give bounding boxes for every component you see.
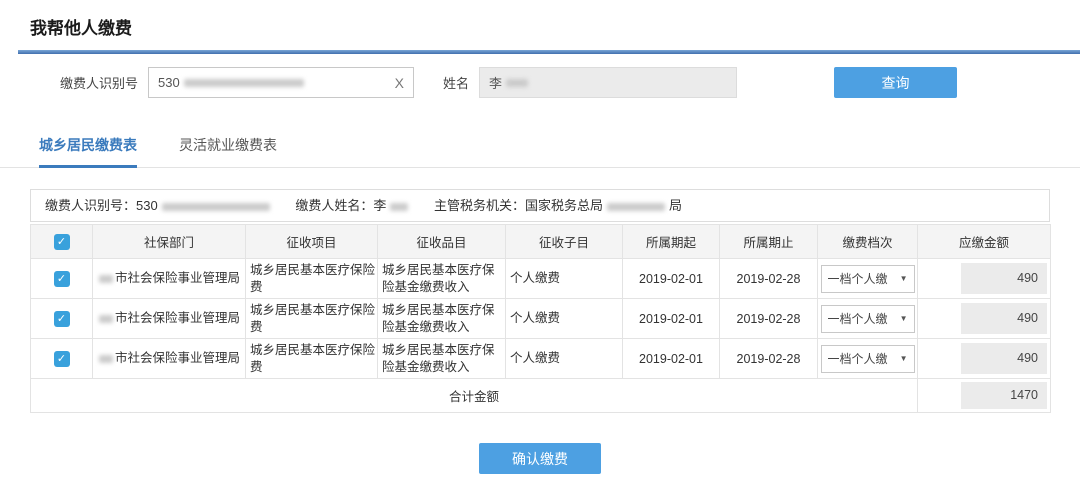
header-period-start: 所属期起 xyxy=(622,224,720,259)
name-value: 李 xyxy=(489,76,503,91)
taxpayer-id-value: 530 xyxy=(158,75,180,90)
row-checkbox[interactable]: ✓ xyxy=(53,270,70,287)
period-start-cell: 2019-02-01 xyxy=(622,258,720,299)
name-redacted xyxy=(506,78,529,87)
taxpayer-id-redacted xyxy=(183,78,304,87)
info-authority-redacted xyxy=(607,202,666,211)
tab-bar: 城乡居民缴费表 灵活就业缴费表 xyxy=(0,135,1080,168)
tab-urban-rural-resident[interactable]: 城乡居民缴费表 xyxy=(39,135,137,168)
table-body: ✓ 市社会保险事业管理局 城乡居民基本医疗保险费 城乡居民基本医疗保险基金缴费收… xyxy=(30,258,1051,379)
levy-item-cell: 城乡居民基本医疗保险费 xyxy=(245,298,378,339)
search-form: 缴费人识别号 530 X 姓名 李 查询 xyxy=(60,67,1080,98)
department-cell: 市社会保险事业管理局 xyxy=(115,271,241,286)
table-row: ✓ 市社会保险事业管理局 城乡居民基本医疗保险费 城乡居民基本医疗保险基金缴费收… xyxy=(30,298,1051,339)
tier-select[interactable]: 一档个人缴 ▼ xyxy=(820,344,915,373)
tab-flexible-employment[interactable]: 灵活就业缴费表 xyxy=(179,135,277,167)
info-authority-suffix: 局 xyxy=(669,198,683,213)
department-redacted xyxy=(99,354,113,363)
tier-select[interactable]: 一档个人缴 ▼ xyxy=(820,304,915,333)
levy-item-cell: 城乡居民基本医疗保险费 xyxy=(245,258,378,299)
department-cell: 市社会保险事业管理局 xyxy=(115,311,241,326)
info-name-redacted xyxy=(390,202,409,211)
page-title: 我帮他人缴费 xyxy=(30,19,132,38)
period-end-cell: 2019-02-28 xyxy=(719,258,818,299)
title-divider xyxy=(18,50,1080,54)
header-department: 社保部门 xyxy=(92,224,246,259)
info-name-value: 李 xyxy=(373,198,387,213)
select-all-checkbox[interactable]: ✓ xyxy=(53,233,70,250)
tier-select[interactable]: 一档个人缴 ▼ xyxy=(820,264,915,293)
header-period-end: 所属期止 xyxy=(719,224,818,259)
period-end-cell: 2019-02-28 xyxy=(719,298,818,339)
info-id-label: 缴费人识别号： xyxy=(45,198,137,213)
info-id-value: 530 xyxy=(136,198,158,213)
table-header-row: ✓ 社保部门 征收项目 征收品目 征收子目 所属期起 所属期止 缴费档次 应缴金… xyxy=(30,224,1051,259)
department-cell: 市社会保险事业管理局 xyxy=(115,351,241,366)
header-levy-category: 征收品目 xyxy=(377,224,506,259)
info-authority-label: 主管税务机关： xyxy=(434,198,526,213)
confirm-payment-button[interactable]: 确认缴费 xyxy=(479,443,601,474)
row-checkbox[interactable]: ✓ xyxy=(53,350,70,367)
header-amount-due: 应缴金额 xyxy=(917,224,1051,259)
caret-down-icon: ▼ xyxy=(899,354,908,363)
period-start-cell: 2019-02-01 xyxy=(622,338,720,379)
header-levy-item: 征收项目 xyxy=(245,224,378,259)
table-row: ✓ 市社会保险事业管理局 城乡居民基本医疗保险费 城乡居民基本医疗保险基金缴费收… xyxy=(30,338,1051,379)
department-redacted xyxy=(99,314,113,323)
row-checkbox[interactable]: ✓ xyxy=(53,310,70,327)
name-input: 李 xyxy=(479,67,738,98)
header-tier: 缴费档次 xyxy=(817,224,918,259)
period-end-cell: 2019-02-28 xyxy=(719,338,818,379)
info-authority-prefix: 国家税务总局 xyxy=(525,198,604,213)
period-start-cell: 2019-02-01 xyxy=(622,298,720,339)
total-row: 合计金额 1470 xyxy=(30,378,1051,413)
tier-selected-value: 一档个人缴 xyxy=(827,272,888,286)
amount-due-value: 490 xyxy=(961,263,1047,294)
query-button[interactable]: 查询 xyxy=(834,67,958,98)
department-redacted xyxy=(99,274,113,283)
levy-item-cell: 城乡居民基本医疗保险费 xyxy=(245,338,378,379)
levy-category-cell: 城乡居民基本医疗保险基金缴费收入 xyxy=(377,298,506,339)
total-label: 合计金额 xyxy=(30,378,918,413)
levy-sub-item-cell: 个人缴费 xyxy=(505,258,623,299)
amount-due-value: 490 xyxy=(961,303,1047,334)
payment-page: 我帮他人缴费 缴费人识别号 530 X 姓名 李 查询 城乡居民缴费表 灵活就业… xyxy=(0,14,1080,474)
taxpayer-id-input[interactable]: 530 X xyxy=(148,67,415,98)
taxpayer-id-label: 缴费人识别号 xyxy=(60,76,139,91)
table-row: ✓ 市社会保险事业管理局 城乡居民基本医疗保险费 城乡居民基本医疗保险基金缴费收… xyxy=(30,258,1051,299)
levy-category-cell: 城乡居民基本医疗保险基金缴费收入 xyxy=(377,338,506,379)
caret-down-icon: ▼ xyxy=(899,314,908,323)
info-id-redacted xyxy=(161,202,270,211)
taxpayer-info-bar: 缴费人识别号：530 缴费人姓名：李 主管税务机关：国家税务总局 局 xyxy=(30,189,1050,222)
payment-table: ✓ 社保部门 征收项目 征收品目 征收子目 所属期起 所属期止 缴费档次 应缴金… xyxy=(30,224,1051,413)
levy-sub-item-cell: 个人缴费 xyxy=(505,298,623,339)
amount-due-value: 490 xyxy=(961,343,1047,374)
total-amount: 1470 xyxy=(961,382,1047,409)
tier-selected-value: 一档个人缴 xyxy=(827,352,888,366)
info-name-label: 缴费人姓名： xyxy=(295,198,374,213)
header-levy-sub-item: 征收子目 xyxy=(505,224,623,259)
caret-down-icon: ▼ xyxy=(899,274,908,283)
tier-selected-value: 一档个人缴 xyxy=(827,312,888,326)
name-label: 姓名 xyxy=(443,76,470,91)
levy-category-cell: 城乡居民基本医疗保险基金缴费收入 xyxy=(377,258,506,299)
clear-icon[interactable]: X xyxy=(395,75,404,91)
levy-sub-item-cell: 个人缴费 xyxy=(505,338,623,379)
